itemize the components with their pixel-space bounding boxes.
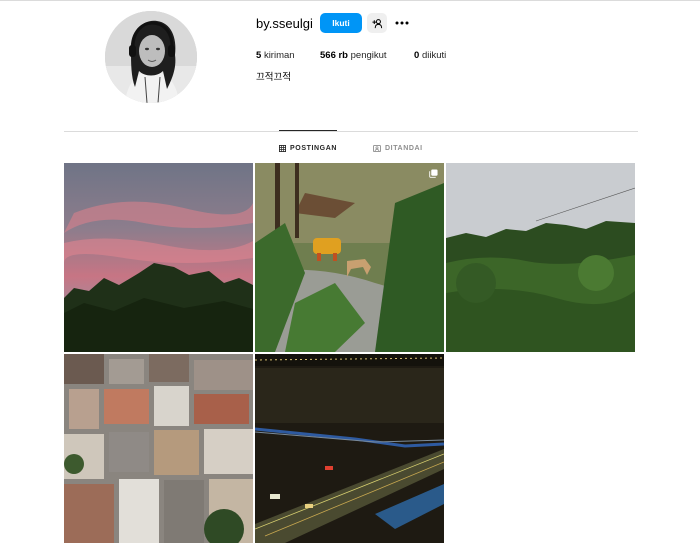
post-image-sunset — [64, 163, 253, 352]
followers-count-value: 566 rb — [320, 50, 348, 61]
post-image-night-bridge — [255, 354, 444, 543]
followers-count[interactable]: 566 rb pengikut — [320, 50, 387, 62]
post-image-forest-hill — [446, 163, 635, 352]
following-count-label: diikuti — [421, 50, 447, 61]
profile-username: by.sseulgi — [256, 16, 313, 31]
suggested-accounts-button[interactable] — [367, 13, 387, 33]
following-count[interactable]: 0 diikuti — [414, 50, 446, 62]
more-options-button[interactable] — [394, 13, 410, 33]
post-image-dog-park — [255, 163, 444, 352]
avatar-photo — [105, 11, 197, 103]
posts-count: 5 kiriman — [256, 50, 295, 62]
tagged-icon — [373, 144, 381, 152]
tab-posts-label: POSTINGAN — [290, 144, 338, 152]
tab-tagged[interactable]: DITANDAI — [373, 142, 423, 154]
tab-tagged-label: DITANDAI — [385, 144, 423, 152]
post-thumbnail[interactable] — [64, 163, 253, 352]
follow-button[interactable]: Ikuti — [320, 13, 362, 33]
active-tab-indicator — [279, 130, 337, 131]
following-count-value: 0 — [414, 50, 420, 61]
followers-count-label: pengikut — [350, 50, 387, 61]
post-thumbnail[interactable] — [446, 163, 635, 352]
post-thumbnail[interactable] — [255, 354, 444, 543]
multiple-photos-icon — [429, 169, 438, 178]
posts-count-label: kiriman — [263, 50, 295, 61]
avatar[interactable] — [105, 11, 197, 103]
more-icon — [395, 21, 409, 25]
post-thumbnail[interactable] — [255, 163, 444, 352]
top-border — [0, 0, 700, 1]
posts-count-value: 5 — [256, 50, 262, 61]
grid-icon — [279, 144, 286, 152]
tabs-divider — [64, 131, 638, 132]
add-user-icon — [371, 18, 382, 28]
profile-bio: 끄적끄적 — [256, 72, 291, 83]
post-image-city-rooftops — [64, 354, 253, 543]
tab-posts[interactable]: POSTINGAN — [279, 142, 337, 154]
post-thumbnail[interactable] — [64, 354, 253, 543]
